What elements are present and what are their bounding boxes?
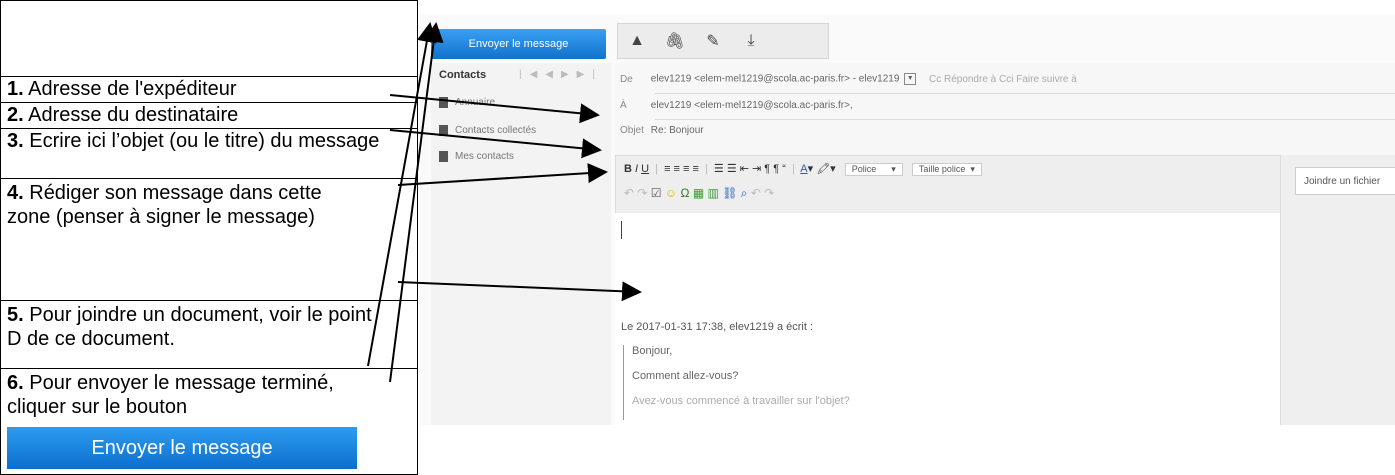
paperclip-icon[interactable]: 🖇 bbox=[656, 31, 694, 51]
quote-line: Avez-vous commencé à travailler sur l'ob… bbox=[632, 395, 850, 407]
highlight-icon[interactable]: 🖍▾ bbox=[816, 163, 836, 175]
sidebar-item-label: Contacts collectés bbox=[455, 125, 537, 137]
attachment-pane: Joindre un fichier bbox=[1280, 155, 1395, 425]
size-select-label: Taille police bbox=[918, 164, 966, 174]
pencil-icon[interactable]: ✎ bbox=[694, 31, 732, 51]
quote-line: Bonjour, bbox=[632, 345, 673, 357]
chevron-down-icon[interactable]: ▼ bbox=[904, 73, 917, 85]
instruction-3: 3. Ecrire ici l’objet (ou le titre) du m… bbox=[1, 129, 418, 179]
insert-buttons: ↶ ↷ ☑ ☺ Ω ▦ ▥ ⛓ ⌕ ↶ ↷ bbox=[624, 186, 774, 201]
instruction-1: 1. Adresse de l'expéditeur bbox=[1, 77, 418, 103]
instruction-text: Adresse du destinataire bbox=[23, 104, 239, 126]
subject-label: Objet bbox=[620, 125, 644, 136]
instruction-number: 5. bbox=[7, 304, 24, 326]
text-caret bbox=[621, 221, 622, 239]
send-message-button[interactable]: Envoyer le message bbox=[431, 29, 606, 59]
bold-icon[interactable]: B bbox=[624, 163, 632, 175]
instruction-number: 6. bbox=[7, 372, 24, 394]
image-icon[interactable]: ▦ bbox=[693, 186, 704, 200]
omega-icon[interactable]: Ω bbox=[681, 186, 690, 200]
contacts-title: Contacts bbox=[439, 69, 487, 81]
message-body[interactable]: Le 2017-01-31 17:38, elev1219 a écrit : … bbox=[615, 213, 1280, 425]
font-select-label: Police bbox=[851, 164, 877, 174]
reply-icon[interactable]: ▲ bbox=[618, 32, 656, 50]
sidebar-item-collected[interactable]: Contacts collectés bbox=[439, 125, 536, 136]
undo-icon[interactable]: ↶ ↷ bbox=[624, 186, 647, 200]
compose-toolbar: ▲ 🖇 ✎ ⤓ bbox=[617, 23, 829, 59]
text-color-icon[interactable]: A▾ bbox=[800, 163, 813, 175]
subject-field[interactable]: Re: Bonjour bbox=[651, 125, 704, 136]
align-icons[interactable]: ≡ ≡ ≡ ≡ bbox=[664, 163, 699, 175]
instruction-number: 2. bbox=[7, 104, 24, 126]
instruction-text: Adresse de l'expéditeur bbox=[23, 78, 237, 100]
attach-file-button[interactable]: Joindre un fichier bbox=[1295, 167, 1395, 195]
instruction-text: Pour envoyer le message terminé, cliquer… bbox=[7, 372, 334, 418]
instruction-table: 1. Adresse de l'expéditeur 2. Adresse du… bbox=[0, 0, 418, 475]
download-icon[interactable]: ⤓ bbox=[732, 32, 770, 50]
sidebar-item-label: Annuaire bbox=[455, 97, 496, 109]
instruction-number: 4. bbox=[7, 182, 24, 204]
contacts-sidebar: Contacts |◀◀▶▶| Annuaire Contacts collec… bbox=[431, 63, 611, 425]
underline-icon[interactable]: U bbox=[641, 163, 649, 175]
instruction-number: 1. bbox=[7, 78, 24, 100]
subject-row: Objet Re: Bonjour bbox=[620, 125, 704, 136]
redo-icon[interactable]: ↶ ↷ bbox=[751, 186, 774, 200]
editor-toolbar: B I U | ≡ ≡ ≡ ≡ | ☰ ☰ ⇤ ⇥ ¶ ¶ “ | A▾ 🖍▾ … bbox=[615, 155, 1282, 215]
header-options[interactable]: Cc Répondre à Cci Faire suivre à bbox=[929, 74, 1077, 85]
sidebar-item-label: Mes contacts bbox=[455, 151, 514, 163]
font-select[interactable]: Police ▾ bbox=[844, 163, 903, 176]
list-icons[interactable]: ☰ ☰ ⇤ ⇥ ¶ ¶ “ bbox=[714, 163, 786, 175]
smiley-icon[interactable]: ☺ bbox=[665, 186, 677, 200]
find-icon[interactable]: ⌕ bbox=[741, 186, 748, 200]
sidebar-item-my-contacts[interactable]: Mes contacts bbox=[439, 151, 514, 162]
instruction-4: 4. Rédiger son message dans cette zone (… bbox=[1, 179, 418, 301]
addressbook-icon bbox=[439, 151, 448, 162]
instruction-number: 3. bbox=[7, 130, 24, 152]
addressbook-icon bbox=[439, 125, 448, 136]
webmail-screenshot: Envoyer le message ▲ 🖇 ✎ ⤓ Contacts |◀◀▶… bbox=[420, 15, 1395, 425]
to-row: À elev1219 <elem-mel1219@scola.ac-paris.… bbox=[620, 100, 853, 111]
message-headers: De elev1219 <elem-mel1219@scola.ac-paris… bbox=[615, 63, 1395, 155]
send-button-illustration[interactable]: Envoyer le message bbox=[7, 427, 357, 469]
format-buttons: B I U | ≡ ≡ ≡ ≡ | ☰ ☰ ⇤ ⇥ ¶ ¶ “ | A▾ 🖍▾ … bbox=[624, 162, 982, 176]
size-select[interactable]: Taille police ▾ bbox=[911, 163, 982, 176]
from-select[interactable]: elev1219 <elem-mel1219@scola.ac-paris.fr… bbox=[651, 74, 900, 85]
table-header-blank bbox=[1, 1, 418, 77]
instruction-6: 6. Pour envoyer le message terminé, cliq… bbox=[1, 369, 418, 425]
edit-icon[interactable]: ☑ bbox=[651, 186, 662, 200]
to-field[interactable]: elev1219 <elem-mel1219@scola.ac-paris.fr… bbox=[651, 100, 853, 111]
instruction-text: Pour joindre un document, voir le point … bbox=[7, 304, 372, 350]
from-row: De elev1219 <elem-mel1219@scola.ac-paris… bbox=[620, 73, 1077, 85]
italic-icon[interactable]: I bbox=[635, 163, 638, 175]
divider bbox=[417, 0, 418, 475]
divider bbox=[655, 93, 1395, 94]
pager-icons[interactable]: |◀◀▶▶| bbox=[519, 69, 603, 80]
divider bbox=[655, 119, 1395, 120]
quote-header: Le 2017-01-31 17:38, elev1219 a écrit : bbox=[621, 321, 814, 333]
instruction-text: Rédiger son message dans cette zone (pen… bbox=[7, 182, 322, 228]
link-icon[interactable]: ⛓ bbox=[722, 186, 737, 200]
instruction-5: 5. Pour joindre un document, voir le poi… bbox=[1, 301, 418, 369]
table-icon[interactable]: ▥ bbox=[708, 186, 719, 200]
to-label: À bbox=[620, 100, 627, 111]
quote-line: Comment allez-vous? bbox=[632, 370, 739, 382]
quoted-message: Bonjour, Comment allez-vous? Avez-vous c… bbox=[623, 345, 850, 420]
instruction-2: 2. Adresse du destinataire bbox=[1, 103, 418, 129]
addressbook-icon bbox=[439, 97, 448, 108]
from-label: De bbox=[620, 73, 633, 85]
instruction-text: Ecrire ici l’objet (ou le titre) du mess… bbox=[23, 130, 380, 152]
sidebar-item-annuaire[interactable]: Annuaire bbox=[439, 97, 495, 108]
